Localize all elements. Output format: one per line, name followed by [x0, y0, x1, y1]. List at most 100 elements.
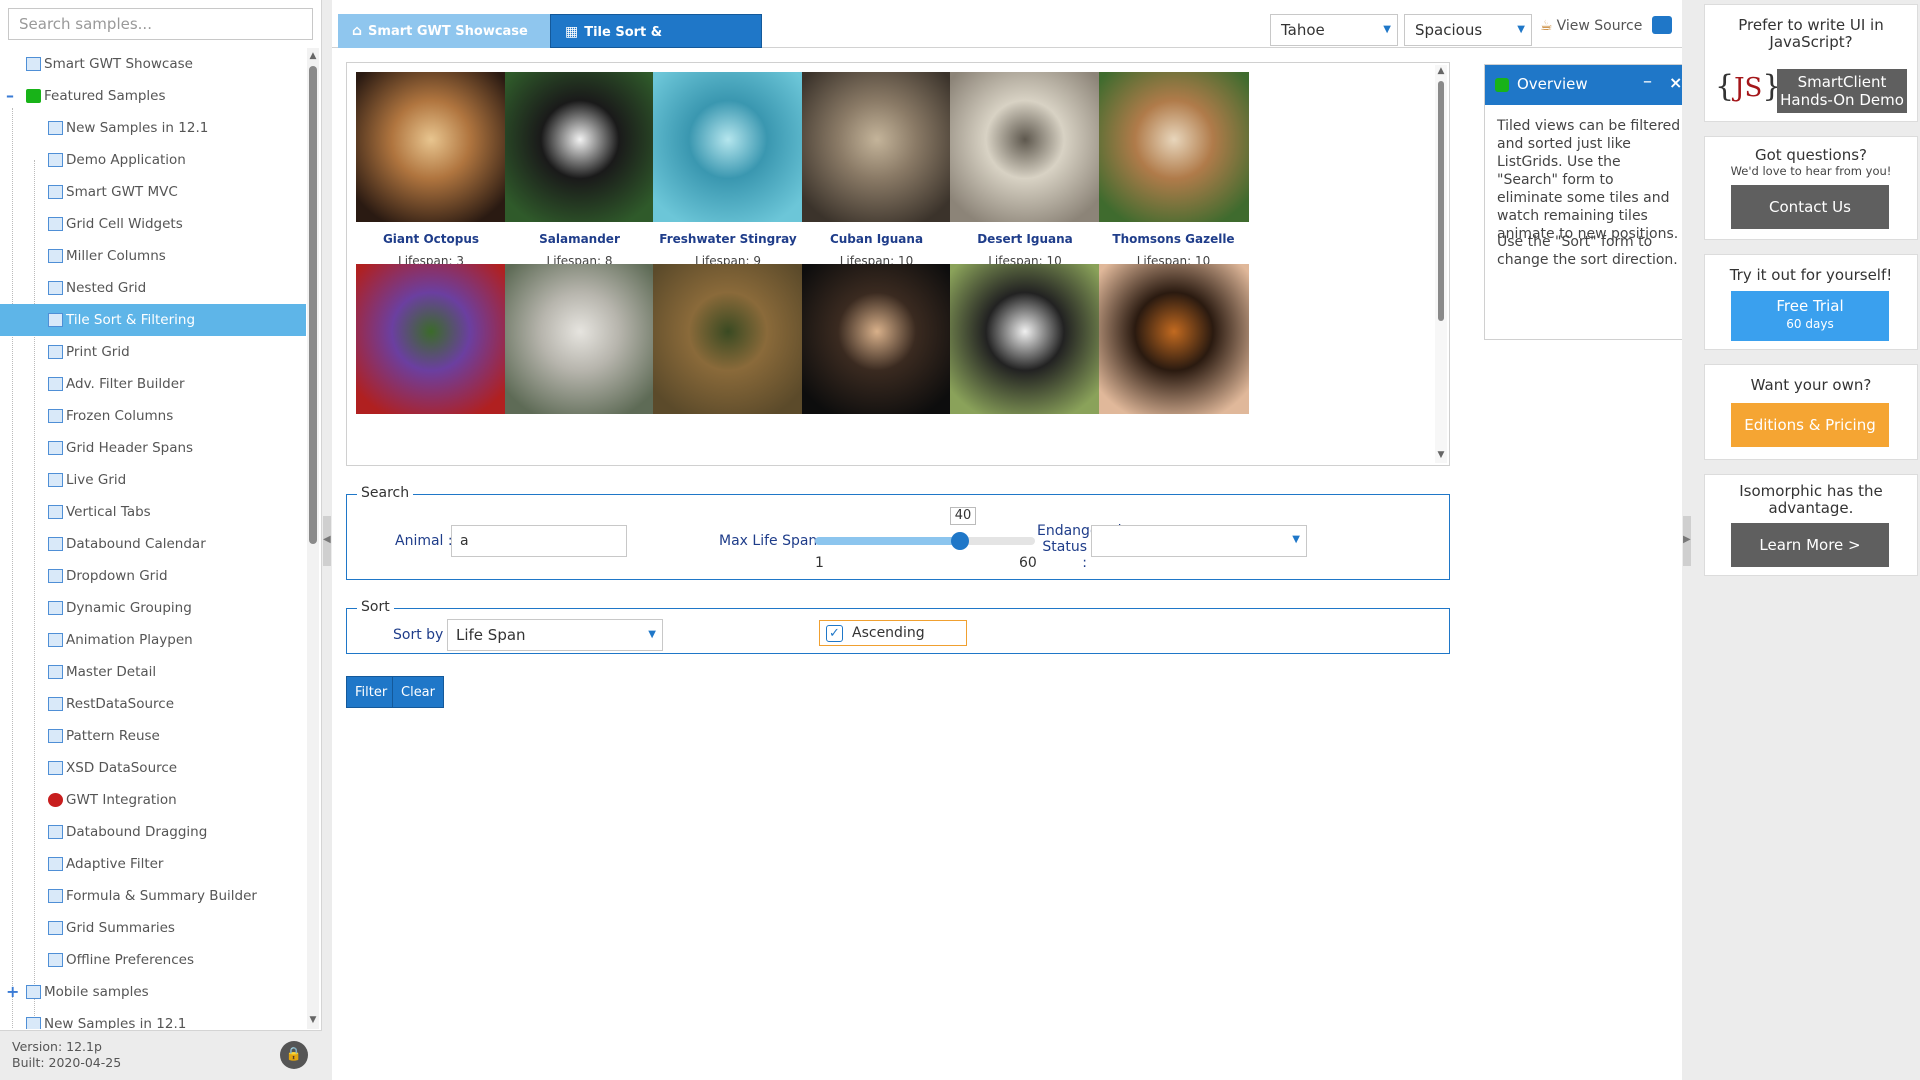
animal-input[interactable]: [451, 525, 627, 557]
sidebar-item-label: Grid Cell Widgets: [66, 216, 183, 232]
animal-tile[interactable]: [504, 264, 655, 465]
sidebar-item[interactable]: New Samples in 12.1: [0, 1008, 306, 1029]
filter-icon: [48, 857, 63, 871]
smartclient-demo-button[interactable]: SmartClient Hands-On Demo: [1777, 69, 1907, 113]
version-info: Version: 12.1p Built: 2020-04-25 🔒: [0, 1030, 322, 1080]
lock-icon[interactable]: 🔒: [280, 1041, 308, 1069]
sidebar-item[interactable]: New Samples in 12.1: [0, 112, 306, 144]
sidebar-item[interactable]: Live Grid: [0, 464, 306, 496]
clear-button[interactable]: Clear: [392, 676, 444, 708]
right-splitter[interactable]: ▶: [1682, 0, 1692, 1080]
sidebar-item[interactable]: Tile Sort & Filtering: [0, 304, 306, 336]
scroll-down-icon[interactable]: ▼: [308, 1014, 318, 1026]
animal-tile[interactable]: [950, 264, 1100, 465]
sidebar-item[interactable]: Grid Cell Widgets: [0, 208, 306, 240]
sidebar-item[interactable]: Demo Application: [0, 144, 306, 176]
density-select[interactable]: Spacious ▼: [1404, 14, 1532, 46]
sidebar-item[interactable]: Adaptive Filter: [0, 848, 306, 880]
ascending-checkbox[interactable]: ✓: [826, 625, 843, 642]
sort-form: Sort Sort by : Life Span ▼ ✓ Ascending: [346, 599, 1450, 654]
sidebar-item[interactable]: Formula & Summary Builder: [0, 880, 306, 912]
app-icon: [48, 153, 63, 167]
tile-name: Salamander: [539, 232, 620, 246]
scroll-down-icon[interactable]: ▼: [1436, 449, 1446, 461]
sidebar-item[interactable]: XSD DataSource: [0, 752, 306, 784]
sidebar-item[interactable]: Offline Preferences: [0, 944, 306, 976]
contact-us-button[interactable]: Contact Us: [1731, 185, 1889, 229]
left-splitter[interactable]: ◀: [322, 0, 332, 1080]
sidebar-item-label: Print Grid: [66, 344, 130, 360]
slider-thumb[interactable]: [951, 532, 970, 550]
sidebar-item[interactable]: Animation Playpen: [0, 624, 306, 656]
sidebar-item[interactable]: Smart GWT Showcase: [0, 48, 306, 80]
animal-tile[interactable]: [801, 264, 952, 465]
print-icon[interactable]: [1652, 16, 1672, 34]
endangered-status-select[interactable]: ▼: [1091, 525, 1307, 557]
sidebar-item[interactable]: Databound Calendar: [0, 528, 306, 560]
app-root: Smart GWT Showcase – Featured Samples New S…: [0, 0, 1920, 1080]
sidebar-item[interactable]: Dynamic Grouping: [0, 592, 306, 624]
collapse-right-icon[interactable]: ▶: [1683, 534, 1691, 545]
scroll-up-icon[interactable]: ▲: [308, 50, 318, 62]
skin-select[interactable]: Tahoe ▼: [1270, 14, 1398, 46]
animal-photo: [504, 264, 655, 414]
tile-scrollbar[interactable]: ▲ ▼: [1435, 65, 1447, 463]
cube-icon: [26, 89, 41, 103]
frozen-icon: [48, 409, 63, 423]
sidebar-item[interactable]: Dropdown Grid: [0, 560, 306, 592]
max-life-span-label: Max Life Span :: [719, 533, 827, 549]
gwt-icon: [48, 793, 63, 807]
scroll-up-icon[interactable]: ▲: [1436, 65, 1446, 77]
sidebar-item[interactable]: GWT Integration: [0, 784, 306, 816]
sidebar-item[interactable]: Frozen Columns: [0, 400, 306, 432]
filter-button[interactable]: Filter: [346, 676, 397, 708]
view-source-label: View Source: [1556, 18, 1643, 34]
animal-tile[interactable]: [356, 264, 506, 465]
sidebar-item[interactable]: Databound Dragging: [0, 816, 306, 848]
editions-pricing-button[interactable]: Editions & Pricing: [1731, 403, 1889, 447]
sidebar-item-label: Databound Calendar: [66, 536, 206, 552]
sidebar-item[interactable]: Vertical Tabs: [0, 496, 306, 528]
mobile-icon: [26, 985, 41, 999]
free-trial-button[interactable]: Free Trial 60 days: [1731, 291, 1889, 341]
collapse-icon[interactable]: –: [6, 80, 20, 112]
sidebar-item[interactable]: RestDataSource: [0, 688, 306, 720]
learn-more-button[interactable]: Learn More >: [1731, 523, 1889, 567]
sidebar-item[interactable]: Pattern Reuse: [0, 720, 306, 752]
collapse-left-icon[interactable]: ◀: [323, 534, 331, 545]
sidebar-item[interactable]: Grid Header Spans: [0, 432, 306, 464]
expand-icon[interactable]: +: [6, 976, 20, 1008]
animal-tile[interactable]: [1098, 264, 1249, 465]
sidebar-item[interactable]: Miller Columns: [0, 240, 306, 272]
sample-navigator: Smart GWT Showcase – Featured Samples New S…: [0, 0, 322, 1080]
tree-scroll-thumb[interactable]: [309, 66, 317, 544]
max-life-span-slider[interactable]: [815, 532, 1035, 550]
view-source-link[interactable]: ☕ View Source: [1540, 18, 1642, 34]
minimize-icon[interactable]: –: [1643, 71, 1652, 92]
animal-tile[interactable]: [653, 264, 803, 465]
sort-by-select[interactable]: Life Span ▼: [447, 619, 663, 651]
tab-showcase[interactable]: ⌂ Smart GWT Showcase: [338, 14, 550, 48]
sidebar-item[interactable]: Print Grid: [0, 336, 306, 368]
promo-advantage: Isomorphic has the advantage. Learn More…: [1704, 474, 1918, 576]
sidebar-item[interactable]: Nested Grid: [0, 272, 306, 304]
tab-tile-sort-filtering[interactable]: ▦ Tile Sort & Filtering ×: [550, 14, 762, 75]
tree-scrollbar[interactable]: ▲ ▼: [307, 48, 319, 1029]
overview-title: Overview: [1517, 75, 1588, 93]
sidebar-item[interactable]: – Featured Samples: [0, 80, 306, 112]
sidebar-item-label: Dynamic Grouping: [66, 600, 192, 616]
sidebar-item[interactable]: Grid Summaries: [0, 912, 306, 944]
slider-min-label: 1: [815, 555, 824, 571]
xsd-icon: [48, 761, 63, 775]
ascending-checkbox-item[interactable]: ✓ Ascending: [819, 620, 967, 646]
sidebar-item[interactable]: + Mobile samples: [0, 976, 306, 1008]
promo-sidebar: Prefer to write UI in JavaScript? {JS} S…: [1692, 0, 1920, 1080]
density-select-value: Spacious: [1415, 21, 1483, 39]
sidebar-item[interactable]: Smart GWT MVC: [0, 176, 306, 208]
close-icon[interactable]: ×: [1669, 73, 1682, 92]
sample-search-input[interactable]: [8, 8, 313, 40]
sidebar-item[interactable]: Adv. Filter Builder: [0, 368, 306, 400]
tile-scroll-thumb[interactable]: [1438, 81, 1444, 321]
tile-name: Thomsons Gazelle: [1112, 232, 1235, 246]
sidebar-item[interactable]: Master Detail: [0, 656, 306, 688]
